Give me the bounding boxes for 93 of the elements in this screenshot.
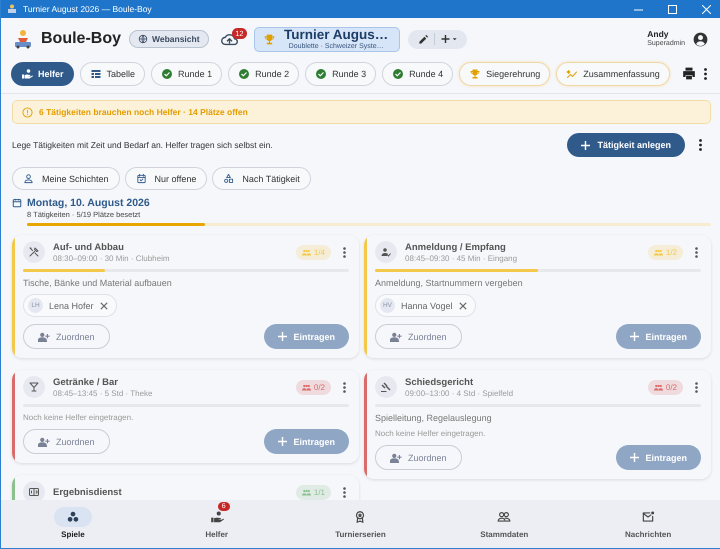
slots-badge: 1/4 bbox=[296, 244, 331, 260]
two-people-icon bbox=[497, 510, 512, 524]
tab[interactable]: Zusammenfassung bbox=[556, 62, 670, 86]
activity-title: Ergebnisdienst bbox=[53, 486, 123, 498]
nav-label: Turnierserien bbox=[335, 530, 386, 539]
plus-icon bbox=[630, 453, 640, 462]
slots-badge: 1/2 bbox=[648, 244, 683, 260]
nav-item[interactable]: Stammdaten bbox=[432, 501, 576, 539]
user-name: Andy bbox=[647, 30, 670, 40]
filter-chip[interactable]: Nur offene bbox=[124, 167, 208, 190]
tab[interactable]: Runde 3 bbox=[305, 62, 376, 86]
scoreboard-icon bbox=[28, 486, 40, 498]
helping-hand-icon bbox=[210, 510, 224, 524]
slots-badge: 0/2 bbox=[296, 380, 331, 394]
app-icon bbox=[7, 4, 17, 14]
cocktail-glass-icon bbox=[28, 381, 40, 393]
nav-label: Helfer bbox=[205, 530, 228, 539]
activity-title: Getränke / Bar bbox=[53, 376, 119, 388]
activity-meta: 08:45–13:45 · 5 Std · Theke bbox=[53, 388, 154, 398]
print-icon[interactable] bbox=[682, 67, 696, 80]
nav-label: Spiele bbox=[61, 530, 85, 539]
trophy-icon bbox=[263, 32, 276, 46]
person-add-icon bbox=[38, 436, 50, 446]
empty-note: Noch keine Helfer eingetragen. bbox=[23, 413, 134, 422]
person-icon bbox=[23, 173, 34, 184]
logo-drawing bbox=[13, 29, 33, 49]
check-circle-icon bbox=[315, 68, 328, 80]
close-icon[interactable] bbox=[458, 302, 467, 310]
tools-icon bbox=[28, 246, 40, 258]
activity-title: Anmeldung / Empfang bbox=[405, 242, 507, 252]
three-balls-icon bbox=[66, 510, 80, 524]
filter-chip[interactable]: Nach Tätigkeit bbox=[212, 167, 311, 190]
empty-note: Noch keine Helfer eingetragen. bbox=[375, 429, 486, 438]
calendar-icon bbox=[12, 198, 22, 208]
assign-button[interactable]: Zuordnen bbox=[23, 324, 110, 349]
slots-badge: 1/1 bbox=[296, 484, 331, 500]
shapes-icon bbox=[223, 173, 234, 184]
nav-item[interactable]: Spiele bbox=[1, 501, 145, 539]
table-icon bbox=[90, 68, 102, 80]
activity-meta: 08:30–09:00 · 30 Min · Clubheim bbox=[53, 254, 171, 262]
plus-icon bbox=[278, 437, 288, 446]
filter-chip[interactable]: Meine Schichten bbox=[12, 167, 120, 190]
sparkle-chart-icon bbox=[566, 68, 578, 80]
gavel-icon bbox=[380, 381, 392, 393]
web-view-button[interactable]: Webansicht bbox=[129, 30, 209, 48]
person-check-icon bbox=[380, 246, 392, 258]
add-activity-button[interactable]: Tätigkeit anlegen bbox=[567, 133, 685, 157]
check-circle-icon bbox=[392, 68, 404, 80]
tab[interactable]: Siegerehrung bbox=[459, 62, 550, 86]
assign-button[interactable]: Zuordnen bbox=[375, 445, 462, 470]
activity-description: Tische, Bänke und Material aufbauen bbox=[23, 278, 173, 288]
mail-notification-icon bbox=[641, 510, 656, 524]
nav-item[interactable]: Turnierserien bbox=[288, 501, 432, 539]
helper-name: Lena Hofer bbox=[49, 300, 94, 310]
trophy-icon bbox=[469, 68, 482, 80]
activity-title: Auf- und Abbau bbox=[53, 242, 125, 252]
activity-title: Schiedsgericht bbox=[405, 376, 474, 388]
assign-button[interactable]: Zuordnen bbox=[23, 429, 110, 454]
helper-name: Hanna Vogel bbox=[401, 300, 453, 310]
activity-description: Anmeldung, Startnummern vergeben bbox=[375, 278, 524, 288]
tab[interactable]: Runde 1 bbox=[151, 62, 222, 86]
warning-text: 6 Tätigkeiten brauchen noch Helfer · 14 Plätze offen bbox=[39, 107, 248, 117]
account-icon[interactable] bbox=[693, 32, 708, 46]
day-title: Montag, 10. August 2026 bbox=[27, 197, 150, 209]
tab[interactable]: Runde 2 bbox=[228, 62, 300, 86]
nav-item[interactable]: Nachrichten bbox=[576, 501, 720, 539]
slots-badge: 0/2 bbox=[648, 380, 683, 394]
calendar-check-icon bbox=[136, 173, 147, 184]
check-circle-icon bbox=[161, 68, 174, 80]
app-name: Boule-Boy bbox=[41, 30, 121, 48]
person-add-icon bbox=[390, 332, 402, 342]
activity-meta: 09:00–13:00 · 4 Std · Spielfeld bbox=[405, 388, 514, 398]
helping-hand-icon bbox=[21, 68, 33, 80]
person-add-icon bbox=[390, 452, 402, 462]
more-icon[interactable] bbox=[702, 68, 710, 80]
nav-label: Nachrichten bbox=[624, 530, 672, 539]
tab[interactable]: Helfer bbox=[11, 62, 74, 86]
close-icon[interactable] bbox=[100, 302, 108, 310]
person-add-icon bbox=[38, 332, 50, 342]
activity-meta: 08:45–09:30 · 45 Min · Eingang bbox=[405, 254, 518, 262]
tab[interactable]: Runde 4 bbox=[382, 62, 454, 86]
check-circle-icon bbox=[238, 68, 250, 80]
assign-button[interactable]: Zuordnen bbox=[375, 324, 462, 349]
globe-icon bbox=[138, 34, 148, 44]
tab[interactable]: Tabelle bbox=[80, 62, 146, 86]
activity-description: Spielleitung, Regelauslegung bbox=[375, 413, 493, 423]
window-title: Turnier August 2026 — Boule-Boy bbox=[23, 4, 153, 14]
plus-icon bbox=[581, 140, 590, 150]
intro-text: Lege Tätigkeiten mit Zeit und Bedarf an. Helfer tragen sich selbst ein. bbox=[12, 140, 274, 150]
nav-label: Stammdaten bbox=[480, 530, 528, 539]
warning-icon bbox=[22, 106, 33, 118]
plus-icon bbox=[278, 332, 288, 341]
plus-icon bbox=[630, 332, 640, 341]
